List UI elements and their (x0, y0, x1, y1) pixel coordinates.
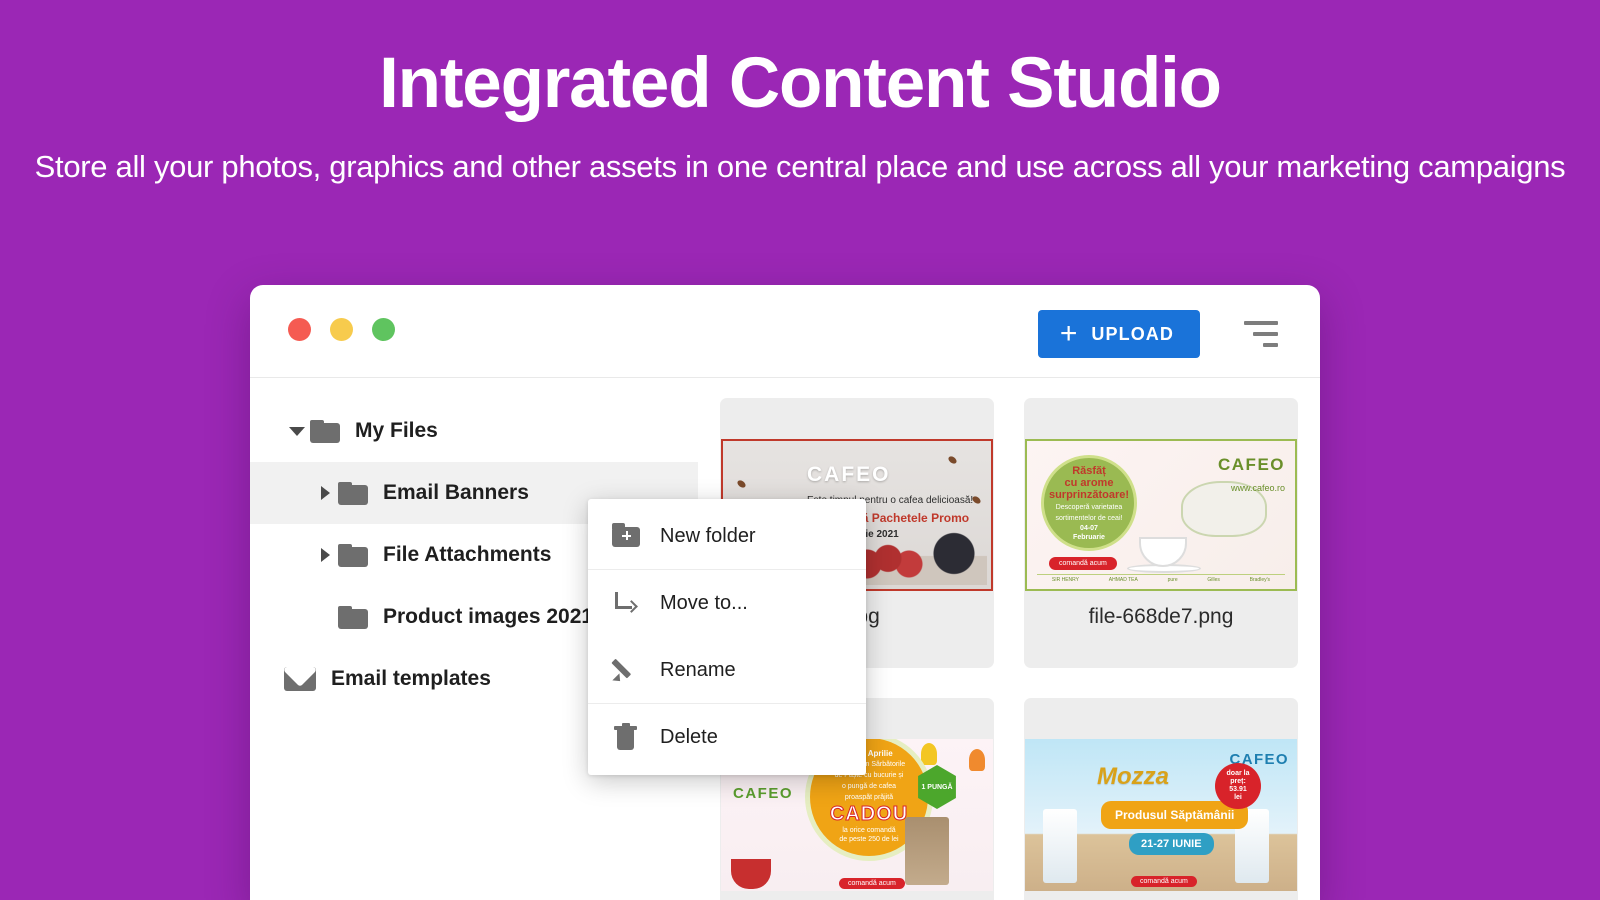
folder-icon (338, 544, 368, 567)
upload-button[interactable]: + UPLOAD (1038, 310, 1200, 358)
minimize-window-button[interactable] (330, 318, 353, 341)
folder-icon (338, 482, 368, 505)
context-menu-item-label: Delete (660, 726, 718, 749)
banner-cta: comandă acum (839, 878, 905, 889)
context-menu-item-label: Move to... (660, 592, 748, 615)
banner-brand: CAFEO (1218, 455, 1285, 475)
banner-brand: CAFEO (733, 785, 793, 802)
brand-logo: AHMAD TEA (1109, 577, 1138, 583)
banner-line3: o pungă de cafea (842, 782, 896, 791)
pencil-icon (611, 655, 641, 685)
brand-logo: pure (1168, 577, 1178, 583)
banner-badge: Răsfăț cu arome surprinzătoare! Descoper… (1041, 455, 1137, 551)
banner-price-badge: doar la preț: 53.91 lei (1215, 763, 1261, 809)
banner-artwork-tea: Răsfăț cu arome surprinzătoare! Descoper… (1025, 439, 1297, 591)
sidebar-item-label: Product images 2021 (383, 605, 593, 629)
banner-date: 21-27 IUNIE (1129, 833, 1214, 855)
banner-date1: 04-07 (1080, 525, 1098, 532)
banner-brand: CAFEO (807, 463, 891, 487)
brand-logo: Bradley's (1250, 577, 1270, 583)
banner-badge-line1: 1 PUNGĂ (921, 784, 952, 791)
context-menu: New folder Move to... Rename Delete (588, 499, 866, 775)
banner-mug-image (731, 859, 771, 889)
trash-icon (611, 723, 641, 753)
window-toolbar: + UPLOAD (250, 285, 1320, 378)
sort-icon[interactable] (1244, 321, 1278, 347)
close-window-button[interactable] (288, 318, 311, 341)
hero-section: Integrated Content Studio Store all your… (0, 0, 1600, 189)
sort-bar-3 (1263, 343, 1278, 347)
window-controls (288, 318, 395, 341)
folder-icon (338, 606, 368, 629)
banner-headline3: surprinzătoare! (1049, 489, 1129, 501)
sort-bar-2 (1253, 332, 1278, 336)
brand-logo: Gilles (1207, 577, 1220, 583)
file-thumbnail: Răsfăț cu arome surprinzătoare! Descoper… (1024, 398, 1298, 606)
banner-date2: Februarie (1073, 534, 1105, 541)
banner-coffee-bag-image (905, 817, 949, 885)
chevron-right-icon[interactable] (312, 486, 338, 500)
banner-brand-strip: SIR HENRY AHMAD TEA pure Gilles Bradley'… (1037, 574, 1285, 585)
banner-package-image (1043, 809, 1077, 883)
sidebar-item-label: My Files (355, 419, 438, 443)
maximize-window-button[interactable] (372, 318, 395, 341)
price-label-2: preț: (1230, 778, 1246, 786)
price-label-4: lei (1234, 794, 1242, 802)
context-menu-item-move-to[interactable]: Move to... (588, 570, 866, 637)
banner-gift-word: CADOU (830, 803, 908, 826)
banner-line5: la orice comandă (842, 827, 895, 836)
banner-sub2: sortimentelor de ceai! (1056, 515, 1123, 523)
sort-bar-1 (1244, 321, 1278, 325)
price-label-1: doar la (1227, 770, 1250, 778)
file-name: file-668de7.png (1024, 606, 1298, 643)
banner-url: www.cafeo.ro (1231, 483, 1285, 493)
context-menu-item-rename[interactable]: Rename (588, 637, 866, 704)
brand-logo: SIR HENRY (1052, 577, 1079, 583)
banner-headline1: Răsfăț (1072, 465, 1106, 477)
move-to-icon (611, 589, 641, 619)
banner-line4: proaspăt prăjită (845, 793, 893, 802)
banner-line6: de peste 250 de lei (839, 836, 898, 845)
sidebar-item-label: Email Banners (383, 481, 529, 505)
context-menu-item-new-folder[interactable]: New folder (588, 503, 866, 570)
price-label-3: 53.91 (1229, 786, 1247, 794)
file-thumbnail: CAFEO Mozza Produsul Săptămânii 21-27 IU… (1024, 698, 1298, 900)
context-menu-item-label: Rename (660, 659, 736, 682)
file-card[interactable]: Răsfăț cu arome surprinzătoare! Descoper… (1024, 398, 1298, 668)
chevron-down-icon[interactable] (284, 427, 310, 436)
banner-product-name: Mozza (1097, 763, 1169, 791)
folder-icon (310, 420, 340, 443)
banner-cup-image (1139, 537, 1187, 567)
chevron-right-icon[interactable] (312, 548, 338, 562)
banner-headline2: cu arome (1065, 477, 1114, 489)
new-folder-icon (611, 521, 641, 551)
sidebar-item-label: Email templates (331, 667, 491, 691)
page-title: Integrated Content Studio (0, 46, 1600, 123)
envelope-icon (284, 667, 316, 691)
context-menu-item-delete[interactable]: Delete (588, 704, 866, 771)
upload-button-label: UPLOAD (1091, 324, 1174, 345)
banner-artwork-mozza: CAFEO Mozza Produsul Săptămânii 21-27 IU… (1025, 739, 1297, 891)
sidebar-item-label: File Attachments (383, 543, 551, 567)
page-subtitle: Store all your photos, graphics and othe… (0, 145, 1600, 189)
context-menu-item-label: New folder (660, 525, 756, 548)
sidebar-item-my-files[interactable]: My Files (250, 400, 698, 462)
banner-sub1: Descoperă varietatea (1056, 504, 1123, 512)
plus-icon: + (1060, 319, 1078, 349)
banner-cta: comandă acum (1049, 557, 1117, 570)
banner-cta: comandă acum (1131, 876, 1197, 887)
file-card[interactable]: CAFEO Mozza Produsul Săptămânii 21-27 IU… (1024, 698, 1298, 900)
